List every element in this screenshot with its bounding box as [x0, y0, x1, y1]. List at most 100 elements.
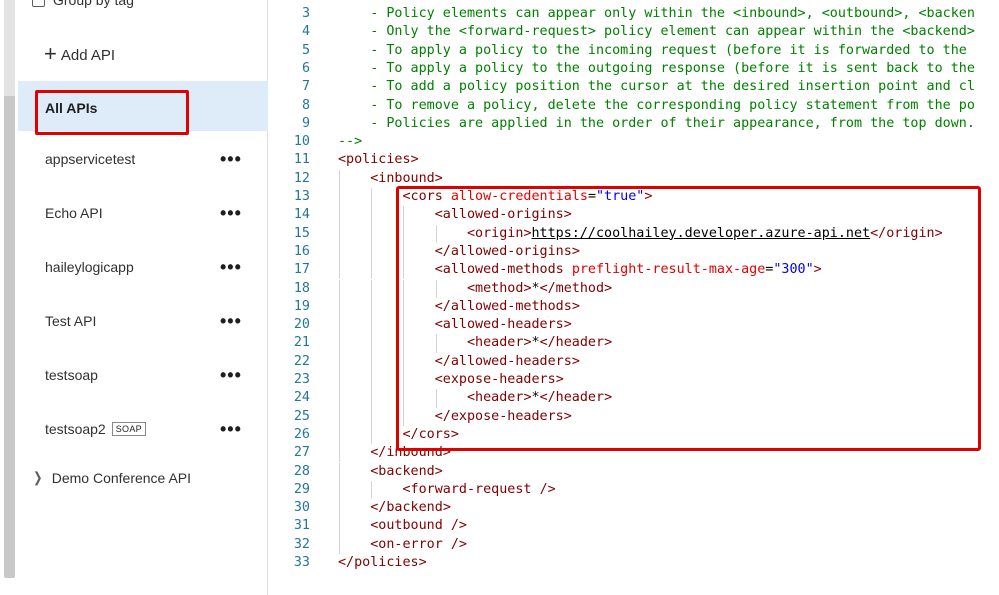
code-text: - Policies are applied in the order of t… — [338, 115, 975, 131]
api-list-item[interactable]: Test API ••• — [18, 302, 268, 342]
plus-icon: + — [44, 41, 57, 66]
line-number: 17 — [293, 262, 310, 278]
line-number: 18 — [293, 280, 310, 296]
api-name-label: Test API — [45, 313, 97, 329]
code-line[interactable]: 3 - Policy elements can appear only with… — [270, 5, 999, 23]
api-item-name: appservicetest — [45, 151, 135, 167]
api-item-name: Echo API — [45, 205, 103, 221]
line-number: 7 — [301, 79, 310, 95]
code-text: <on-error /> — [370, 536, 467, 552]
window-scrollbar-track-top — [4, 0, 15, 96]
all-apis-item[interactable]: All APIs — [18, 81, 268, 135]
code-line[interactable]: 8 - To remove a policy, delete the corre… — [270, 97, 999, 115]
more-options-icon[interactable]: ••• — [220, 420, 242, 438]
line-number: 10 — [293, 134, 310, 150]
line-number: 20 — [293, 317, 310, 333]
line-number: 23 — [293, 372, 310, 387]
api-type-badge: SOAP — [111, 422, 146, 436]
line-number: 31 — [293, 518, 310, 534]
code-line[interactable]: 12 <inbound> — [270, 170, 999, 188]
policy-code-editor[interactable]: 3 - Policy elements can appear only with… — [270, 0, 999, 595]
api-name-label: testsoap2 — [45, 421, 106, 437]
add-api-label: Add API — [60, 46, 116, 64]
api-item-name: haileylogicapp — [45, 259, 134, 275]
line-number: 16 — [293, 243, 310, 259]
more-options-icon[interactable]: ••• — [220, 258, 242, 276]
api-item-name: Test API — [45, 313, 96, 329]
code-line[interactable]: 5 - To apply a policy to the incoming re… — [270, 42, 999, 60]
code-line[interactable]: 10 --> — [270, 133, 999, 151]
line-number: 8 — [301, 97, 310, 113]
group-by-tag-label: Group by tag — [53, 0, 134, 8]
line-number: 24 — [293, 390, 310, 406]
code-text: - Only the <forward-request> policy elem… — [338, 24, 975, 40]
more-options-icon[interactable]: ••• — [220, 312, 242, 330]
code-text: <backend> — [370, 463, 443, 479]
code-text: <forward-request /> — [402, 481, 556, 497]
api-name-label: testsoap — [45, 367, 98, 383]
code-line[interactable]: 6 - To apply a policy to the outgoing re… — [270, 60, 999, 78]
api-list-item[interactable]: testsoap ••• — [18, 356, 268, 396]
code-line[interactable]: 28 <backend> — [270, 463, 999, 481]
code-text: - To remove a policy, delete the corresp… — [338, 97, 975, 113]
more-options-icon[interactable]: ••• — [220, 204, 242, 222]
line-number: 14 — [293, 207, 310, 223]
code-line[interactable]: 31 <outbound /> — [270, 517, 999, 535]
api-list-item[interactable]: haileylogicapp ••• — [18, 248, 268, 288]
line-number: 19 — [293, 298, 310, 314]
api-name-label: haileylogicapp — [45, 259, 134, 275]
more-options-icon[interactable]: ••• — [220, 366, 242, 384]
code-text: </backend> — [370, 500, 451, 516]
line-number: 26 — [293, 426, 310, 442]
code-text: <inbound> — [370, 170, 443, 186]
code-text: - Policy elements can appear only within… — [338, 6, 975, 21]
all-apis-highlight-box — [35, 90, 189, 135]
line-number: 6 — [301, 60, 310, 76]
code-line[interactable]: 29 <forward-request /> — [270, 481, 999, 499]
line-number: 12 — [293, 170, 310, 186]
api-group-label: Demo Conference API — [51, 469, 192, 486]
code-line[interactable]: 33 </policies> — [270, 554, 999, 572]
code-line[interactable]: 7 - To add a policy position the cursor … — [270, 78, 999, 96]
code-line[interactable]: 30 </backend> — [270, 499, 999, 517]
api-list-item[interactable]: testsoap2 SOAP ••• — [18, 410, 268, 450]
window-scrollbar[interactable] — [0, 0, 18, 595]
api-group-demo-conference[interactable]: ❯ Demo Conference API — [32, 469, 191, 486]
line-number: 21 — [293, 335, 310, 351]
line-number: 13 — [293, 189, 310, 204]
code-line[interactable]: 11 <policies> — [270, 151, 999, 169]
line-number: 4 — [301, 24, 310, 40]
line-number: 11 — [293, 152, 310, 168]
code-line[interactable]: 32 <on-error /> — [270, 536, 999, 554]
cors-highlight-box — [396, 186, 981, 451]
code-text: <outbound /> — [370, 518, 467, 534]
code-text: --> — [338, 134, 363, 150]
line-number: 30 — [293, 500, 310, 516]
line-number: 29 — [293, 481, 310, 497]
code-text: - To apply a policy to the incoming requ… — [338, 42, 967, 58]
code-text: </policies> — [338, 555, 427, 570]
group-by-tag-toggle[interactable]: Group by tag — [32, 0, 134, 8]
code-text: - To apply a policy to the outgoing resp… — [338, 60, 975, 76]
code-line[interactable]: 4 - Only the <forward-request> policy el… — [270, 23, 999, 41]
code-text: - To add a policy position the cursor at… — [338, 79, 975, 95]
api-item-name: testsoap — [45, 367, 98, 383]
more-options-icon[interactable]: ••• — [220, 150, 242, 168]
api-list-item[interactable]: appservicetest ••• — [18, 140, 268, 180]
api-name-label: appservicetest — [45, 151, 136, 167]
api-list-item[interactable]: Echo API ••• — [18, 194, 268, 234]
add-api-button[interactable]: + Add API — [44, 41, 116, 66]
code-line[interactable]: 9 - Policies are applied in the order of… — [270, 115, 999, 133]
line-number: 15 — [293, 225, 310, 241]
checkbox-icon[interactable] — [32, 0, 45, 7]
chevron-right-icon[interactable]: ❯ — [33, 469, 42, 486]
line-number: 27 — [293, 445, 310, 461]
line-number: 25 — [293, 408, 310, 424]
line-number: 33 — [293, 555, 310, 570]
api-list-sidebar: Group by tag + Add API All APIs appservi… — [18, 0, 268, 595]
line-number: 5 — [301, 42, 310, 58]
line-number: 32 — [293, 536, 310, 552]
line-number: 22 — [293, 353, 310, 369]
line-number: 3 — [301, 6, 310, 21]
code-text: <policies> — [338, 152, 419, 168]
